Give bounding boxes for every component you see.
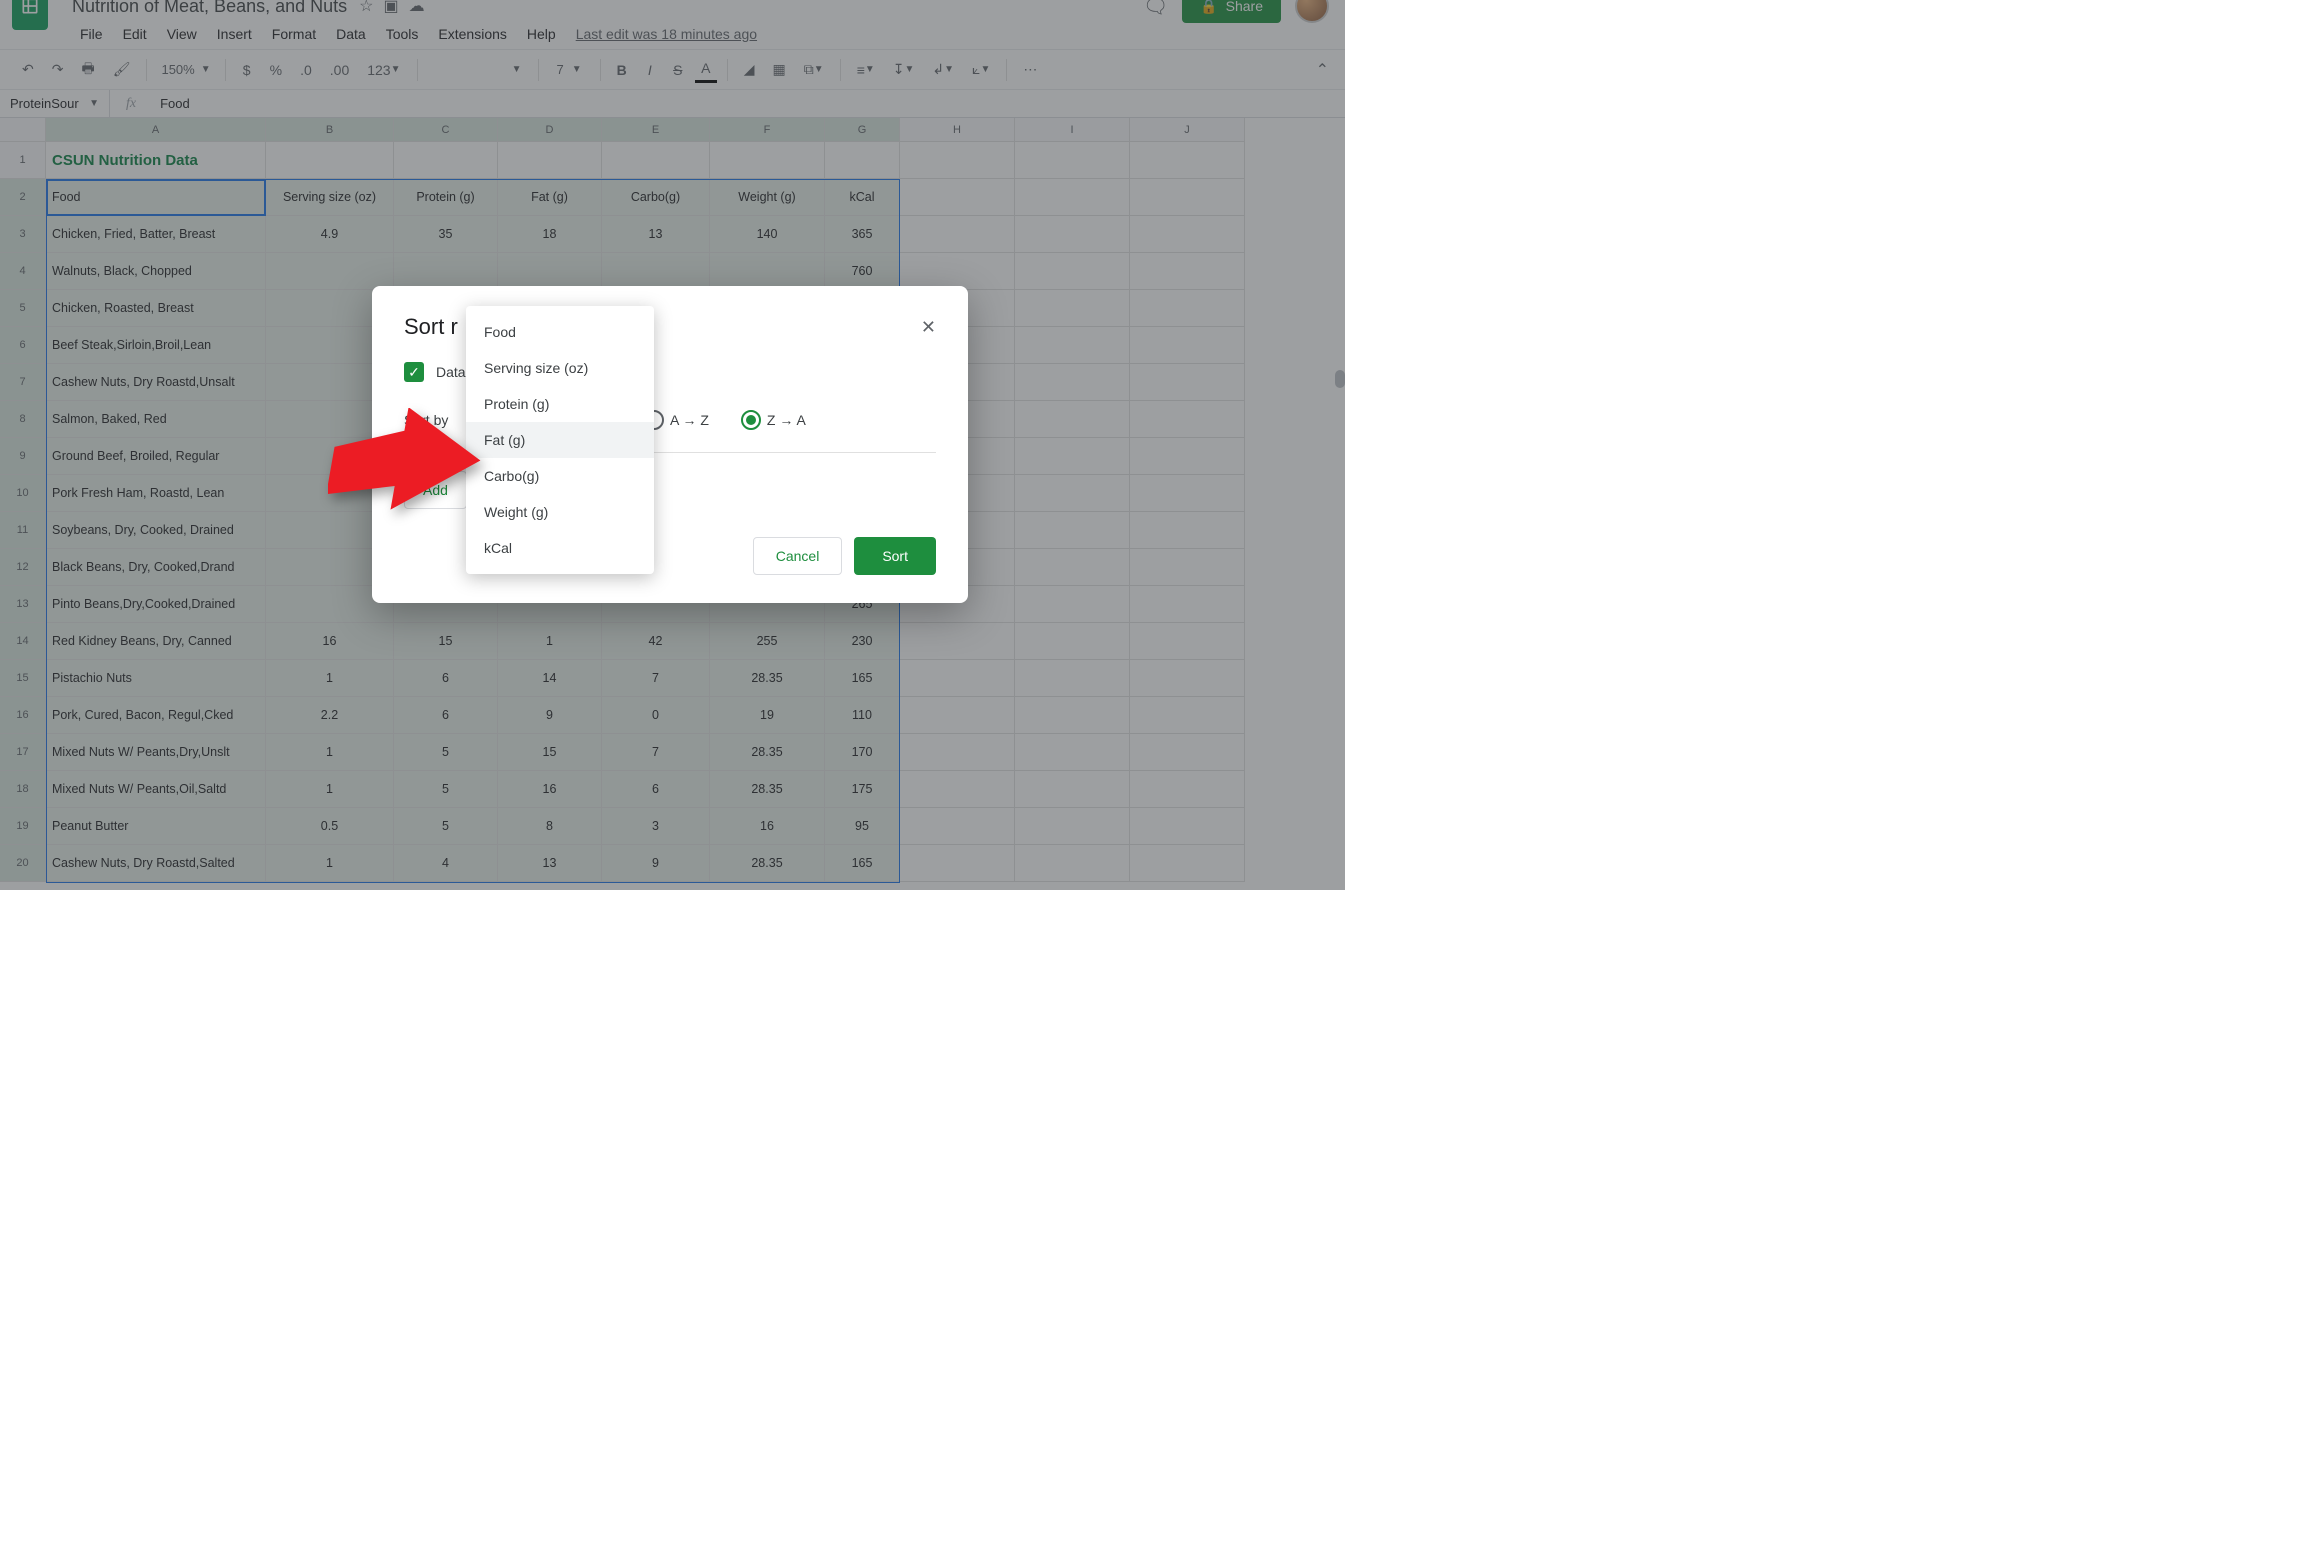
dropdown-item[interactable]: kCal xyxy=(466,530,654,566)
dropdown-item[interactable]: Serving size (oz) xyxy=(466,350,654,386)
dialog-title-prefix: Sort r xyxy=(404,314,458,339)
dropdown-item[interactable]: Carbo(g) xyxy=(466,458,654,494)
sort-column-dropdown[interactable]: FoodServing size (oz)Protein (g)Fat (g)C… xyxy=(466,306,654,574)
header-row-label: Data xyxy=(436,364,466,380)
dropdown-item[interactable]: Food xyxy=(466,314,654,350)
header-row-checkbox[interactable]: ✓ xyxy=(404,362,424,382)
sort-by-label: Sort by xyxy=(404,412,468,428)
close-icon[interactable]: ✕ xyxy=(921,317,936,338)
dropdown-item[interactable]: Protein (g) xyxy=(466,386,654,422)
add-sort-column-button[interactable]: Add xyxy=(404,471,467,509)
modal-overlay: Sort range A2:G20 ✕ ✓ Data Sort by A → Z… xyxy=(0,0,1345,890)
sort-range-dialog: Sort range A2:G20 ✕ ✓ Data Sort by A → Z… xyxy=(372,286,968,603)
dropdown-item[interactable]: Weight (g) xyxy=(466,494,654,530)
cancel-button[interactable]: Cancel xyxy=(753,537,843,575)
radio-icon xyxy=(741,410,761,430)
radio-za[interactable]: Z → A xyxy=(741,410,806,430)
sort-button[interactable]: Sort xyxy=(854,537,936,575)
dropdown-item[interactable]: Fat (g) xyxy=(466,422,654,458)
